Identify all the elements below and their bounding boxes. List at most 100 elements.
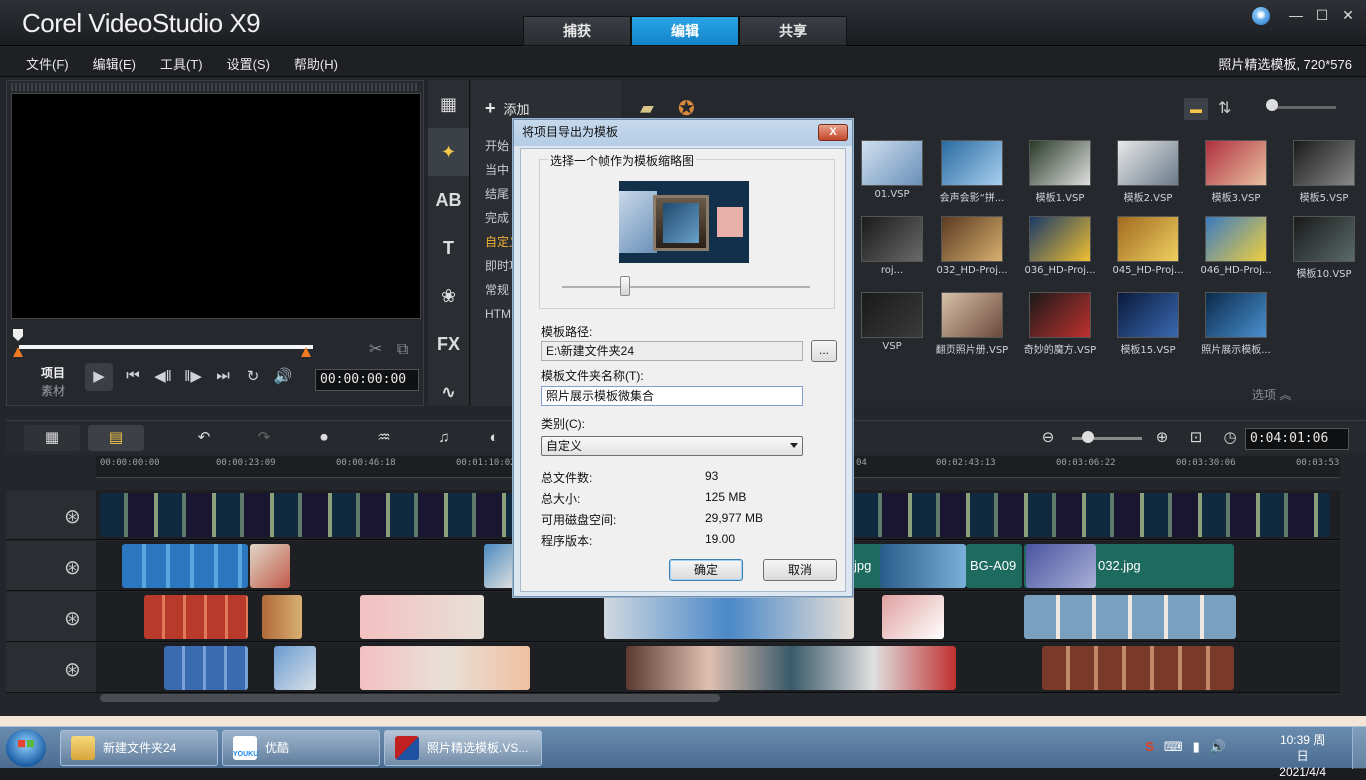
volume-icon[interactable]: 🔊 (1210, 739, 1226, 755)
mark-in-icon[interactable] (13, 347, 23, 357)
template-path-field[interactable]: E:\新建文件夹24 (541, 341, 803, 361)
zoom-handle[interactable] (1082, 431, 1094, 443)
instant-project-icon[interactable]: ✦ (428, 128, 469, 176)
template-thumb[interactable]: 045_HD-Proj... (1108, 216, 1188, 276)
template-thumb[interactable]: 奇妙的魔方.VSP (1020, 292, 1100, 356)
project-duration[interactable]: 0:04:01:06 (1245, 428, 1349, 450)
thumb-size-handle[interactable] (1266, 99, 1278, 111)
template-thumb[interactable]: 模板15.VSP (1108, 292, 1188, 356)
template-thumb[interactable]: 046_HD-Proj... (1196, 216, 1276, 276)
ok-button[interactable]: 确定 (669, 559, 743, 581)
template-thumb[interactable]: 模板2.VSP (1108, 140, 1188, 204)
start-button[interactable] (6, 729, 46, 767)
frame-slider-track[interactable] (562, 286, 810, 288)
dialog-close-button[interactable]: X (818, 124, 848, 141)
tab-edit[interactable]: 编辑 (631, 16, 739, 46)
overlay-clip[interactable] (484, 544, 514, 588)
transition-icon[interactable]: AB (428, 176, 469, 224)
overlay-track-2-header[interactable]: ⊛ (6, 592, 96, 642)
taskbar-item[interactable]: 新建文件夹24 (60, 730, 218, 766)
keyboard-icon[interactable]: ⌨ (1164, 739, 1183, 755)
repeat-icon[interactable]: ↻ (243, 367, 263, 391)
menu-edit[interactable]: 编辑(E) (93, 54, 136, 73)
overlay-clip[interactable] (250, 544, 290, 588)
browse-button[interactable]: ... (811, 340, 837, 362)
menu-tools[interactable]: 工具(T) (160, 54, 203, 73)
home-icon[interactable]: ⏮ (123, 367, 143, 391)
category-select[interactable]: 自定义 (541, 436, 803, 456)
overlay-clip[interactable] (144, 595, 248, 639)
template-thumb[interactable]: 01.VSP (852, 140, 932, 200)
globe-icon[interactable]: ✺ (1252, 7, 1270, 25)
tab-capture[interactable]: 捕获 (523, 16, 631, 46)
undo-icon[interactable]: ↶ (176, 425, 232, 451)
overlay-clip[interactable] (360, 595, 484, 639)
redo-icon[interactable]: ↷ (236, 425, 292, 451)
sort-icon[interactable]: ⇅ (1218, 98, 1231, 118)
path-icon[interactable]: ∿ (428, 368, 469, 416)
taskbar-item[interactable]: 照片精选模板.VS... (384, 730, 542, 766)
mark-out-icon[interactable] (301, 347, 311, 357)
overlay-clip[interactable] (880, 544, 966, 588)
overlay-clip[interactable] (604, 595, 854, 639)
frame-slider-thumb[interactable] (620, 276, 630, 296)
minimize-icon[interactable]: — (1286, 6, 1306, 24)
overlay-clip[interactable] (626, 646, 956, 690)
cancel-button[interactable]: 取消 (763, 559, 837, 581)
play-icon[interactable]: ▶ (85, 363, 113, 391)
overlay-clip[interactable] (274, 646, 316, 690)
end-icon[interactable]: ⏭ (213, 367, 233, 391)
menu-file[interactable]: 文件(F) (26, 54, 69, 73)
preview-timecode[interactable]: 00:00:00:00 (315, 369, 419, 391)
timeline-scrollbar[interactable] (100, 694, 720, 702)
template-thumb[interactable]: 模板10.VSP (1284, 216, 1364, 280)
panel-grip[interactable] (11, 83, 419, 91)
scissors-icon[interactable]: ✂ (369, 341, 382, 358)
template-thumb[interactable]: VSP (852, 292, 932, 352)
overlay-track-3-header[interactable]: ⊛ (6, 643, 96, 693)
storyboard-view-icon[interactable]: ▦ (24, 425, 80, 451)
clock[interactable]: 10:39 周日 2021/4/4 (1279, 732, 1326, 780)
menu-help[interactable]: 帮助(H) (294, 54, 338, 73)
folder-name-input[interactable]: 照片展示模板微集合 (541, 386, 803, 406)
overlay-clip[interactable] (122, 544, 248, 588)
overlay-track-3[interactable] (96, 643, 1340, 693)
sogou-icon[interactable]: S (1145, 739, 1154, 755)
template-thumb[interactable]: roj... (852, 216, 932, 276)
next-frame-icon[interactable]: ‖▶ (183, 367, 203, 391)
template-thumb[interactable]: 032_HD-Proj... (932, 216, 1012, 276)
view-toggle-icon[interactable]: ▬ (1184, 98, 1208, 120)
mode-clip[interactable]: 素材 (41, 382, 65, 400)
zoom-out-icon[interactable]: ⊖ (1020, 425, 1076, 451)
template-thumb[interactable]: 模板3.VSP (1196, 140, 1276, 204)
template-thumb[interactable]: 翻页照片册.VSP (932, 292, 1012, 356)
title-icon[interactable]: T (428, 224, 469, 272)
overlay-clip[interactable]: BG-A09 (966, 544, 1022, 588)
video-track-header[interactable]: ⊛ (6, 490, 96, 540)
auto-music-icon[interactable]: ♫ (416, 425, 472, 451)
template-thumb[interactable]: 会声会影“拼... (932, 140, 1012, 204)
menu-settings[interactable]: 设置(S) (227, 54, 270, 73)
add-category[interactable]: + 添加 (485, 98, 530, 119)
overlay-clip[interactable] (164, 646, 248, 690)
folder-icon[interactable]: ▰ (640, 98, 654, 119)
overlay-clip[interactable] (262, 595, 302, 639)
timeline-view-icon[interactable]: ▤ (88, 425, 144, 451)
template-thumb[interactable]: 036_HD-Proj... (1020, 216, 1100, 276)
show-desktop-button[interactable] (1352, 727, 1366, 769)
filter-icon[interactable]: FX (428, 320, 469, 368)
overlay-track-2[interactable] (96, 592, 1340, 642)
options-toggle[interactable]: 选项 ︽ (1252, 386, 1291, 403)
mode-project[interactable]: 项目 (41, 364, 65, 382)
close-icon[interactable]: ✕ (1338, 6, 1358, 24)
enlarge-icon[interactable]: ⧉ (397, 341, 408, 358)
overlay-clip[interactable] (1024, 595, 1236, 639)
media-icon[interactable]: ▦ (428, 80, 469, 128)
overlay-clip[interactable] (1042, 646, 1234, 690)
scrub-handle[interactable] (13, 329, 23, 341)
template-thumb[interactable]: 照片展示模板... (1196, 292, 1276, 356)
thumb-size-slider[interactable] (1270, 106, 1336, 109)
graphic-icon[interactable]: ❀ (428, 272, 469, 320)
overlay-track-1-header[interactable]: ⊛ (6, 541, 96, 591)
overlay-clip[interactable] (360, 646, 530, 690)
